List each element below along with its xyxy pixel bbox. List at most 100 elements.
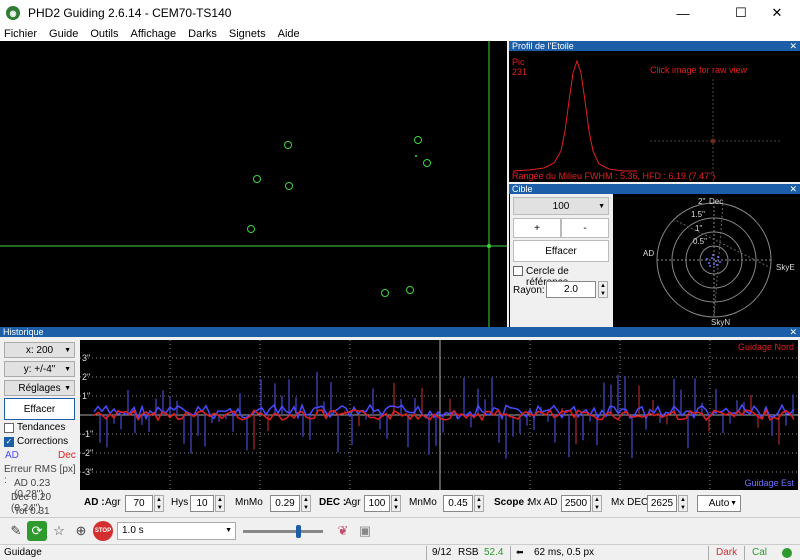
gamma-slider-track[interactable] xyxy=(243,530,323,533)
gamma-slider-thumb[interactable] xyxy=(296,525,301,538)
trends-checkbox[interactable] xyxy=(4,423,14,433)
dec-minmove-value: 0.45 xyxy=(448,498,468,509)
exposure-select[interactable]: 1.0 s ▼ xyxy=(117,522,236,540)
max-dec-duration-value: 2625 xyxy=(650,498,674,509)
target-panel: Cible ✕ 100▼ + - Effacer Cercle de référe… xyxy=(509,184,800,327)
ring-label-0-5: 0.5" xyxy=(693,237,707,246)
star-icon[interactable]: ☆ xyxy=(49,521,69,541)
ra-minmove-input[interactable]: 0.29 xyxy=(270,495,300,512)
target-controls: 100▼ + - Effacer Cercle de référence Ray… xyxy=(510,194,613,327)
target-title-bar: Cible ✕ xyxy=(509,184,800,194)
dec-minmove-stepper[interactable]: ▲ ▼ xyxy=(474,495,484,512)
dec-minmove-label: MnMo xyxy=(409,497,437,508)
dec-aggression-stepper[interactable]: ▲ ▼ xyxy=(391,495,401,512)
ring-label-1-5: 1.5" xyxy=(691,210,705,219)
max-ra-duration-input[interactable]: 2500 xyxy=(561,495,591,512)
y-scale-dropdown[interactable]: y: +/-4" ▼ xyxy=(4,361,75,377)
star-profile-title-bar: Profil de l'Etoile ✕ xyxy=(509,41,800,51)
radius-input[interactable]: 2.0 xyxy=(546,281,596,298)
menu-fichier[interactable]: Fichier xyxy=(4,28,37,40)
menu-aide[interactable]: Aide xyxy=(278,28,300,40)
menu-darks[interactable]: Darks xyxy=(188,28,217,40)
dec-aggression-value: 100 xyxy=(368,498,386,509)
radius-value: 2.0 xyxy=(564,284,578,295)
max-dec-duration-stepper[interactable]: ▲ ▼ xyxy=(678,495,688,512)
raw-view-hint[interactable]: Click image for raw view xyxy=(650,65,748,75)
brain-icon[interactable]: ❦ xyxy=(333,521,353,541)
minimize-button[interactable]: — xyxy=(660,0,706,26)
star-marker xyxy=(247,225,255,233)
app-icon: ◉ xyxy=(6,6,20,20)
corrections-checkbox[interactable]: ✓ xyxy=(4,437,14,447)
menu-bar: Fichier Guide Outils Affichage Darks Sig… xyxy=(0,26,800,41)
ra-agr-label: Agr xyxy=(105,497,121,508)
stop-icon[interactable]: STOP xyxy=(93,521,113,541)
dec-legend: Dec xyxy=(58,450,76,461)
ra-aggression-input[interactable]: 70 xyxy=(125,495,153,512)
guide-east-label: Guidage Est xyxy=(744,478,794,488)
frame-counter: 9/12 xyxy=(432,547,452,558)
max-ra-duration-stepper[interactable]: ▲ ▼ xyxy=(592,495,602,512)
pencil-icon[interactable]: ✎ xyxy=(6,521,26,541)
history-controls: x: 200 ▼ y: +/-4" ▼ Réglages ▼ Effacer Tend… xyxy=(0,337,80,528)
camera-canvas xyxy=(0,41,507,327)
close-icon[interactable]: ✕ xyxy=(789,327,797,337)
crosshair-icon[interactable]: ⊕ xyxy=(71,521,91,541)
settings-dropdown[interactable]: Réglages ▼ xyxy=(4,380,75,396)
scatter-point xyxy=(719,261,721,263)
dec-guide-mode-select[interactable]: Auto ▼ xyxy=(697,495,741,512)
max-ra-duration-value: 2500 xyxy=(564,498,588,509)
zoom-in-button[interactable]: + xyxy=(513,218,561,238)
y-tick-label: -1" xyxy=(82,429,93,439)
dec-minmove-input[interactable]: 0.45 xyxy=(443,495,473,512)
close-button[interactable]: ✕ xyxy=(754,0,800,26)
ra-aggression-value: 70 xyxy=(133,498,145,509)
ra-minmove-stepper[interactable]: ▲ ▼ xyxy=(301,495,311,512)
ra-minmove-label: MnMo xyxy=(235,497,263,508)
target-scale-dropdown[interactable]: 100 ▼ xyxy=(513,197,609,215)
ref-circle-checkbox[interactable] xyxy=(513,266,523,276)
camera-view[interactable] xyxy=(0,41,507,327)
target-clear-button[interactable]: Effacer xyxy=(513,240,609,262)
menu-guide[interactable]: Guide xyxy=(49,28,78,40)
radius-stepper[interactable]: ▲ ▼ xyxy=(598,281,608,298)
dec-aggression-input[interactable]: 100 xyxy=(364,495,390,512)
radius-label: Rayon: xyxy=(513,285,545,296)
x-scale-dropdown[interactable]: x: 200 ▼ xyxy=(4,342,75,358)
history-clear-button[interactable]: Effacer xyxy=(4,398,75,420)
pulse-arrow-icon: ⬅ xyxy=(516,547,524,557)
ra-aggression-stepper[interactable]: ▲ ▼ xyxy=(154,495,164,512)
chevron-down-icon: ▼ xyxy=(225,527,232,534)
scatter-point xyxy=(717,256,719,258)
guiding-state: Guidage xyxy=(4,547,42,558)
target-title: Cible xyxy=(512,184,533,194)
zoom-out-button[interactable]: - xyxy=(561,218,609,238)
loop-icon[interactable]: ⟳ xyxy=(27,521,47,541)
ra-hysteresis-input[interactable]: 10 xyxy=(190,495,214,512)
star-marker xyxy=(285,182,293,190)
sky-north-label: SkyN xyxy=(711,318,730,327)
x-scale-value: x: 200 xyxy=(25,344,54,356)
menu-affichage[interactable]: Affichage xyxy=(131,28,177,40)
max-dec-duration-input[interactable]: 2625 xyxy=(647,495,677,512)
menu-outils[interactable]: Outils xyxy=(90,28,118,40)
ra-minmove-value: 0.29 xyxy=(275,498,295,509)
close-icon[interactable]: ✕ xyxy=(789,41,797,51)
ra-hysteresis-stepper[interactable]: ▲ ▼ xyxy=(215,495,225,512)
menu-signets[interactable]: Signets xyxy=(229,28,266,40)
lock-position-marker xyxy=(487,244,491,248)
scatter-point xyxy=(711,257,713,259)
star-marker xyxy=(284,141,292,149)
star-profile-title: Profil de l'Etoile xyxy=(512,41,574,51)
status-bar: Guidage 9/12 RSB 52.4 ⬅ 62 ms, 0.5 px Da… xyxy=(0,544,800,560)
history-graph[interactable]: 3" 2" 1" -1" -2" -3" Guidage Nord Guidag… xyxy=(80,340,798,490)
ra-hysteresis-value: 10 xyxy=(196,498,208,509)
scatter-point xyxy=(716,264,718,266)
star-profile-canvas[interactable]: Pic 231 Click image for raw view Rangée … xyxy=(509,51,800,182)
scatter-point xyxy=(706,258,708,260)
y-tick-label: 1" xyxy=(82,391,90,401)
close-icon[interactable]: ✕ xyxy=(789,184,797,194)
camera-icon[interactable]: ▣ xyxy=(355,521,375,541)
chevron-down-icon: ▼ xyxy=(64,346,71,354)
ra-section-label: AD : xyxy=(84,497,105,508)
